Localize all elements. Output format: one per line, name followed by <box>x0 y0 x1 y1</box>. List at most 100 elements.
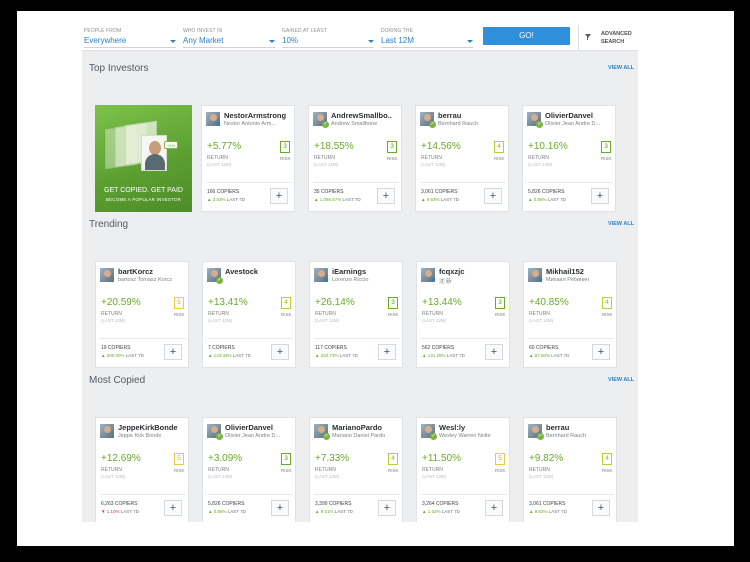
username[interactable]: berrau <box>546 423 616 432</box>
investor-card[interactable]: ★ NestorArmstrong Nestor Antonio Arm... +5.… <box>201 105 295 212</box>
full-name: Wesley Warren Nolte <box>439 433 491 439</box>
full-name: Михаил Рябинин <box>546 277 590 283</box>
username[interactable]: Mikhail152 <box>546 267 616 276</box>
card-divider <box>314 494 400 495</box>
view-all-trending[interactable]: VIEW ALL <box>608 221 634 227</box>
copiers-growth: ▲ 9.63% LAST 7D <box>529 509 567 514</box>
plus-icon: + <box>169 346 177 358</box>
card-divider <box>100 494 186 495</box>
username[interactable]: Wesl:ly <box>439 423 509 432</box>
plus-icon: + <box>383 346 391 358</box>
copiers-count: 562 COPIERS <box>422 345 455 351</box>
filter-label: GAINED AT LEAST <box>282 28 327 34</box>
add-to-watchlist-button[interactable]: + <box>270 188 288 204</box>
go-button[interactable]: GO! <box>483 27 570 45</box>
username[interactable]: bartKorcz <box>118 267 188 276</box>
investor-card[interactable]: ✓ Wesl:ly Wesley Warren Nolte +11.50% RETURN… <box>416 417 510 522</box>
risk-label: RISK <box>601 156 612 161</box>
investor-card[interactable]: ★ fcqxzjc 沈 新 +13.44% RETURN (LAST 12M) 3 RISK 5… <box>416 261 510 368</box>
risk-label: RISK <box>494 156 505 161</box>
username[interactable]: AndrewSmallbo.. <box>331 111 401 120</box>
add-to-watchlist-button[interactable]: + <box>271 500 289 516</box>
copiers-count: 117 COPIERS <box>315 345 347 351</box>
username[interactable]: MarianoPardo <box>332 423 402 432</box>
add-to-watchlist-button[interactable]: + <box>592 344 610 360</box>
username[interactable]: OlivierDanvel <box>545 111 615 120</box>
investor-card[interactable]: bartKorcz bartosz Tomasz Korcz +20.59% RETU… <box>95 261 189 368</box>
growth-value: ▲ 133.33% <box>208 353 232 358</box>
investor-card[interactable]: ★ Mikhail152 Михаил Рябинин +40.85% RETURN (L… <box>523 261 617 368</box>
copiers-count: 166 COPIERS <box>207 189 240 195</box>
avatar-head <box>317 114 324 121</box>
add-to-watchlist-button[interactable]: + <box>164 500 182 516</box>
avatar[interactable] <box>100 424 114 438</box>
add-to-watchlist-button[interactable]: + <box>164 344 182 360</box>
investor-card[interactable]: ✓ berrau Bernhard Rauch +14.56% RETURN (LAST … <box>415 105 509 212</box>
copiers-count: 6,263 COPIERS <box>101 501 138 507</box>
promo-badge: +1% <box>164 141 178 149</box>
risk-label: RISK <box>495 468 506 473</box>
investor-card[interactable]: ✓ berrau Bernhard Rauch +9.82% RETURN (LAST 1… <box>523 417 617 522</box>
growth-value: ▼ 1.10% <box>101 509 120 514</box>
add-to-watchlist-button[interactable]: + <box>378 500 396 516</box>
copiers-growth: ▲ 332.73% LAST 7D <box>315 353 358 358</box>
add-to-watchlist-button[interactable]: + <box>485 344 503 360</box>
investor-card[interactable]: ✓ MarianoPardo Mariano Daniel Pardo +7.33% R… <box>309 417 403 522</box>
add-to-watchlist-button[interactable]: + <box>271 344 289 360</box>
avatar-head <box>210 114 217 121</box>
filter-gained-at-least[interactable]: GAINED AT LEAST 10% <box>282 28 374 48</box>
risk-label: RISK <box>281 312 292 317</box>
section-title-most-copied: Most Copied <box>89 375 146 386</box>
risk-score: 5 <box>174 297 184 309</box>
section-title-trending: Trending <box>89 219 129 230</box>
view-all-top-investors[interactable]: VIEW ALL <box>608 65 634 71</box>
full-name: Nestor Antonio Arm... <box>224 121 276 127</box>
verified-check-icon: ✓ <box>536 121 543 128</box>
plus-icon: + <box>596 190 604 202</box>
copiers-count: 7 COPIERS <box>208 345 235 351</box>
investor-card[interactable]: ✓ Avestock +13.41% RETURN (LAST 12M) 4 RISK 7 C… <box>202 261 296 368</box>
chevron-down-icon <box>269 40 275 43</box>
add-to-watchlist-button[interactable]: + <box>378 344 396 360</box>
username[interactable]: OlivierDanvel <box>225 423 295 432</box>
username[interactable]: JeppeKirkBonde <box>118 423 188 432</box>
username[interactable]: Avestock <box>225 267 295 276</box>
investor-card[interactable]: JeppeKirkBonde Jeppe Kirk Bonde +12.69% RET… <box>95 417 189 522</box>
username[interactable]: fcqxzjc <box>439 267 509 276</box>
investor-card[interactable]: ★ iEarnings Lorenzo Riccio +26.14% RETURN (LA… <box>309 261 403 368</box>
filter-icon <box>585 34 591 38</box>
growth-value: ▲ 9.63% <box>421 197 440 202</box>
period-label: (LAST 12M) <box>529 474 554 479</box>
verified-check-icon: ✓ <box>322 121 329 128</box>
investor-card[interactable]: ✓ OlivierDanvel Olivier Jean Andre D... +3.… <box>202 417 296 522</box>
avatar-head <box>318 270 325 277</box>
return-value: +10.16% <box>528 141 568 152</box>
add-to-watchlist-button[interactable]: + <box>485 500 503 516</box>
growth-value: ▲ 131.28% <box>422 353 446 358</box>
filter-during-the[interactable]: DURING THE Last 12M <box>381 28 473 48</box>
add-to-watchlist-button[interactable]: + <box>377 188 395 204</box>
filter-value: Any Market <box>183 36 224 45</box>
add-to-watchlist-button[interactable]: + <box>484 188 502 204</box>
view-all-most-copied[interactable]: VIEW ALL <box>608 377 634 383</box>
popular-investor-promo[interactable]: +1% GET COPIED. GET PAID BECOME A POPULA… <box>95 105 192 212</box>
copiers-count: 5,826 COPIERS <box>528 189 565 195</box>
growth-period: LAST 7D <box>232 353 251 358</box>
avatar-head <box>425 270 432 277</box>
username[interactable]: berrau <box>438 111 508 120</box>
filter-who-invest-in[interactable]: WHO INVEST IN Any Market <box>183 28 275 48</box>
plus-icon: + <box>276 346 284 358</box>
add-to-watchlist-button[interactable]: + <box>591 188 609 204</box>
username[interactable]: iEarnings <box>332 267 402 276</box>
investor-card[interactable]: ✓ OlivierDanvel Olivier Jean Andre D... +10… <box>522 105 616 212</box>
avatar-head <box>318 426 325 433</box>
risk-label: RISK <box>388 468 399 473</box>
add-to-watchlist-button[interactable]: + <box>592 500 610 516</box>
growth-value: ▲ 0.88% <box>528 197 547 202</box>
investor-card[interactable]: ✓ AndrewSmallbo.. Andrew Smallbone +18.55% R… <box>308 105 402 212</box>
avatar[interactable] <box>100 268 114 282</box>
username[interactable]: NestorArmstrong <box>224 111 294 120</box>
filter-people-from[interactable]: PEOPLE FROM Everywhere <box>84 28 176 48</box>
avatar-head <box>104 270 111 277</box>
filter-label: PEOPLE FROM <box>84 28 122 34</box>
